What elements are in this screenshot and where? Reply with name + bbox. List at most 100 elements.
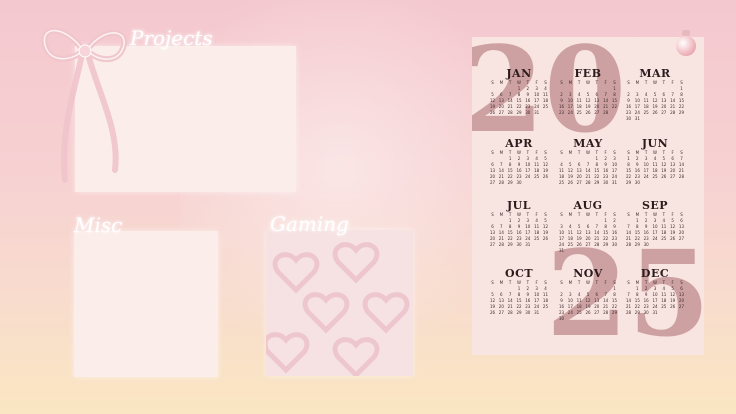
day-cell: 31 xyxy=(534,110,540,115)
week-row: 31 xyxy=(558,248,618,254)
month-may: MAY S M T W T F S 1 2 3 4 5 6 7 8 9 10 11 12 13 14 15 16 17 18 19 2… xyxy=(558,137,618,186)
month-name: SEP xyxy=(641,199,669,212)
month-dec: DEC S M T W T F S 1 2 3 4 5 6 7 8 9 10 11 12 13 14 15 16 17 18 19 2… xyxy=(625,267,685,316)
month-aug: AUG S M T W T F S 1 2 3 4 5 6 7 8 9 10 11 12 13 14 15 16 17 18 19 2… xyxy=(558,199,618,254)
month-jul: JUL S M T W T F S 1 2 3 4 5 6 7 8 9 10 11 12 13 14 15 16 17 18 19 2… xyxy=(489,199,549,248)
week-row: 26 27 28 29 30 31 xyxy=(489,310,549,316)
month-name: MAY xyxy=(573,137,603,150)
month-name: JUN xyxy=(641,137,669,150)
day-cell: 30 xyxy=(558,316,565,321)
day-cell xyxy=(678,116,685,122)
day-cell: 26 xyxy=(489,310,496,315)
day-cell: 28 xyxy=(498,180,504,185)
week-row: 23 24 25 26 27 28 xyxy=(558,110,618,116)
day-cell xyxy=(669,242,676,248)
day-cell xyxy=(651,116,658,122)
month-name: JAN xyxy=(506,67,532,80)
day-cell xyxy=(567,248,574,254)
month-sep: SEP S M T W T F S 1 2 3 4 5 6 7 8 9 10 11 12 13 14 15 16 17 18 19 2… xyxy=(625,199,685,248)
day-cell xyxy=(678,242,685,248)
month-jan: JAN S M T W T F S 1 2 3 4 5 6 7 8 9 10 11 12 13 14 15 16 17 18 19 2… xyxy=(489,67,549,116)
month-jun: JUN S M T W T F S 1 2 3 4 5 6 7 8 9 10 11 12 13 14 15 16 17 18 19 2… xyxy=(625,137,685,186)
day-cell: 28 xyxy=(507,310,513,315)
day-cell: 30 xyxy=(516,242,522,247)
day-cell: 29 xyxy=(625,180,632,185)
day-cell: 26 xyxy=(585,110,591,115)
day-cell xyxy=(611,110,618,116)
day-cell xyxy=(651,180,658,186)
week-row: 30 xyxy=(558,316,618,322)
month-nov: NOV S M T W T F S 1 2 3 4 5 6 7 8 9 10 11 12 13 14 15 16 17 18 19 2… xyxy=(558,267,618,322)
day-cell xyxy=(660,310,667,316)
day-cell: 28 xyxy=(625,242,632,247)
gaming-box[interactable] xyxy=(266,230,413,376)
day-cell xyxy=(602,316,609,322)
week-row: 25 26 27 28 29 30 31 xyxy=(558,180,618,186)
month-oct: OCT S M T W T F S 1 2 3 4 5 6 7 8 9 10 11 12 13 14 15 16 17 18 19 2… xyxy=(489,267,549,316)
week-row: 28 29 30 xyxy=(625,242,685,248)
week-row: 27 28 29 30 31 xyxy=(489,242,549,248)
day-cell: 25 xyxy=(576,110,582,115)
day-cell: 30 xyxy=(525,310,531,315)
day-cell: 28 xyxy=(603,110,609,115)
month-apr: APR S M T W T F S 1 2 3 4 5 6 7 8 9 10 11 12 13 14 15 16 17 18 19 2… xyxy=(489,137,549,186)
week-row: 26 27 28 29 30 31 xyxy=(489,110,549,116)
day-cell xyxy=(611,316,618,322)
day-cell xyxy=(643,116,650,122)
day-cell: 28 xyxy=(625,310,632,315)
day-cell: 30 xyxy=(603,180,609,185)
day-cell xyxy=(567,316,574,322)
day-cell xyxy=(542,180,549,186)
day-cell xyxy=(576,316,583,322)
week-row: 30 31 xyxy=(625,116,685,122)
day-cell: 29 xyxy=(507,242,513,247)
day-cell xyxy=(542,110,549,116)
day-cell: 26 xyxy=(489,110,496,115)
day-cell xyxy=(669,310,676,316)
day-cell: 24 xyxy=(567,110,573,115)
day-cell: 23 xyxy=(558,110,565,115)
day-cell: 29 xyxy=(634,310,640,315)
day-cell xyxy=(593,248,600,254)
week-row: 28 29 30 31 xyxy=(625,310,685,316)
gaming-label: Gaming xyxy=(270,212,349,236)
day-cell xyxy=(660,180,667,186)
day-cell xyxy=(576,248,583,254)
day-cell xyxy=(584,316,591,322)
day-cell xyxy=(593,316,600,322)
month-name: DEC xyxy=(640,267,670,280)
month-name: JUL xyxy=(506,199,532,212)
day-cell xyxy=(669,116,676,122)
calendar-2025: 20 25 JAN S M T W T F S 1 2 3 4 5 6 7 8 9 10 11 12 13 14 15 16 1… xyxy=(472,37,704,355)
day-cell xyxy=(678,310,685,316)
misc-label: Misc xyxy=(74,213,123,237)
day-cell xyxy=(542,310,549,316)
day-cell xyxy=(602,248,609,254)
month-name: AUG xyxy=(573,199,603,212)
month-feb: FEB S M T W T F S 1 2 3 4 5 6 7 8 9 10 11 12 13 14 15 16 17 18 19 2… xyxy=(558,67,618,116)
misc-box[interactable] xyxy=(74,231,218,377)
day-cell: 27 xyxy=(594,110,600,115)
day-cell: 27 xyxy=(498,310,504,315)
day-cell xyxy=(524,180,531,186)
week-row: 27 28 29 30 xyxy=(489,180,549,186)
day-cell xyxy=(660,242,667,248)
day-cell: 26 xyxy=(567,180,573,185)
day-cell: 29 xyxy=(516,310,522,315)
day-cell xyxy=(542,242,549,248)
week-row: 29 30 xyxy=(625,180,685,186)
day-cell xyxy=(611,248,618,254)
day-cell: 30 xyxy=(634,180,640,185)
month-name: FEB xyxy=(574,67,602,80)
day-cell xyxy=(584,248,591,254)
day-cell: 27 xyxy=(576,180,582,185)
day-cell: 27 xyxy=(489,180,496,185)
month-name: NOV xyxy=(573,267,603,280)
day-cell xyxy=(533,242,540,248)
projects-label: Projects xyxy=(130,26,213,50)
day-cell xyxy=(651,242,658,248)
day-cell: 28 xyxy=(507,110,513,115)
day-cell xyxy=(660,116,667,122)
christmas-ornament-icon xyxy=(676,36,696,56)
month-mar: MAR S M T W T F S 1 2 3 4 5 6 7 8 9 10 11 12 13 14 15 16 17 18 19 2… xyxy=(625,67,685,122)
